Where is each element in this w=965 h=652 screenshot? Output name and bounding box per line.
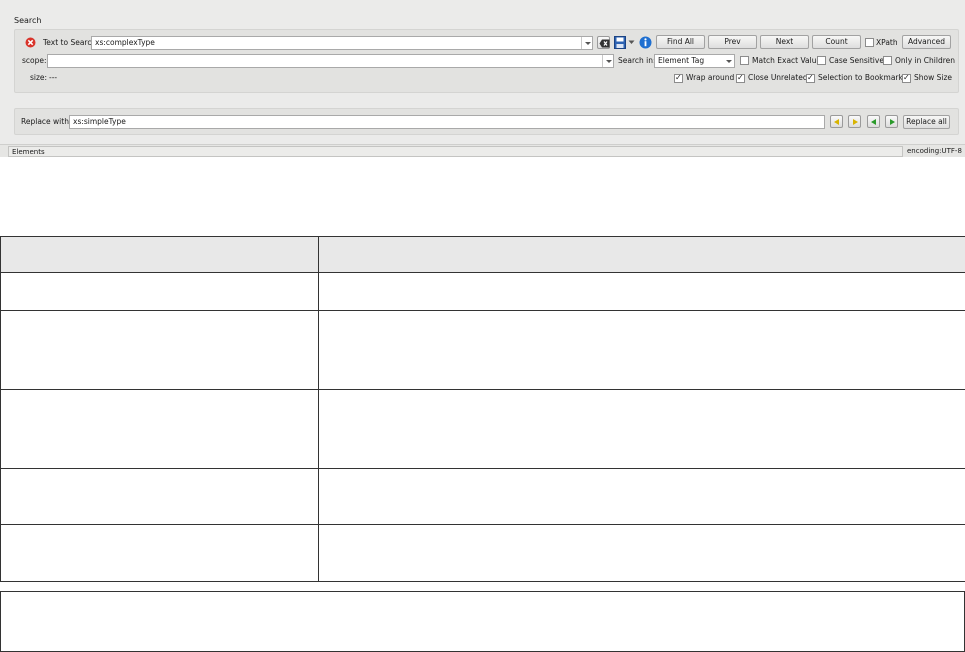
encoding-label: encoding:UTF-8: [907, 147, 962, 155]
selection-bookmarks-label: Selection to Bookmarks: [818, 73, 907, 82]
reference-table: [0, 236, 965, 582]
table-cell: [0, 310, 319, 390]
error-icon: [25, 37, 36, 48]
xpath-label: XPath: [876, 38, 898, 47]
scope-input[interactable]: [47, 54, 614, 68]
replace-with-label: Replace with:: [21, 117, 72, 126]
table-cell: [318, 524, 965, 582]
selection-bookmarks-checkbox[interactable]: [806, 73, 815, 83]
replace-forward-button[interactable]: [885, 115, 898, 128]
find-all-button[interactable]: Find All: [656, 35, 705, 49]
table-cell: [318, 310, 965, 390]
table-header-cell: [318, 236, 965, 273]
case-sensitive-label: Case Sensitive: [829, 56, 884, 65]
backspace-icon: [599, 39, 610, 48]
table-cell: [0, 272, 319, 311]
wrap-around-checkbox[interactable]: [674, 73, 683, 83]
close-unrelated-checkbox[interactable]: [736, 73, 745, 83]
next-button[interactable]: Next: [760, 35, 809, 49]
table-header-row: [0, 236, 965, 273]
arrow-left-icon: [834, 119, 839, 125]
xpath-checkbox[interactable]: [865, 38, 874, 47]
replace-input-value: xs:simpleType: [73, 117, 126, 126]
elements-tab[interactable]: Elements: [8, 146, 903, 157]
table-row: [0, 272, 965, 311]
clear-search-button[interactable]: [597, 36, 610, 49]
search-in-value: Element Tag: [658, 56, 705, 65]
table-cell: [318, 272, 965, 311]
replace-next-button[interactable]: [848, 115, 861, 128]
table-cell: [0, 389, 319, 469]
search-in-label: Search in:: [618, 56, 656, 65]
arrow-right-icon: [853, 119, 858, 125]
scope-label: scope:: [22, 56, 47, 65]
table-cell: [318, 468, 965, 525]
note-box: [0, 591, 965, 652]
replace-all-button[interactable]: Replace all: [903, 115, 950, 129]
panel-title: Search: [14, 16, 42, 25]
count-button[interactable]: Count: [812, 35, 861, 49]
match-exact-checkbox[interactable]: [740, 56, 749, 65]
arrow-right-icon: [890, 119, 895, 125]
table-cell: [0, 468, 319, 525]
prev-button[interactable]: Prev: [708, 35, 757, 49]
size-value: ---: [49, 73, 58, 82]
table-cell: [318, 389, 965, 469]
replace-prev-button[interactable]: [830, 115, 843, 128]
case-sensitive-checkbox[interactable]: [817, 56, 826, 65]
only-children-checkbox[interactable]: [883, 56, 892, 65]
search-input-value: xs:complexType: [95, 38, 155, 47]
table: [0, 236, 965, 582]
only-children-label: Only in Children: [895, 56, 955, 65]
table-row: [0, 524, 965, 582]
advanced-button[interactable]: Advanced: [902, 35, 951, 49]
replace-back-button[interactable]: [867, 115, 880, 128]
close-unrelated-label: Close Unrelated: [748, 73, 808, 82]
table-cell: [0, 524, 319, 582]
replace-input[interactable]: xs:simpleType: [69, 115, 825, 129]
save-search-button[interactable]: [613, 36, 636, 49]
table-header-cell: [0, 236, 319, 273]
show-size-label: Show Size: [914, 73, 953, 82]
search-in-select[interactable]: Element Tag: [654, 54, 735, 68]
chevron-down-icon: [628, 40, 635, 44]
size-label: size:: [30, 73, 48, 82]
info-icon[interactable]: [639, 36, 652, 49]
floppy-icon: [614, 36, 626, 49]
show-size-checkbox[interactable]: [902, 73, 911, 83]
table-row: [0, 468, 965, 525]
search-input[interactable]: xs:complexType: [91, 36, 593, 50]
table-row: [0, 310, 965, 390]
scope-dropdown-icon[interactable]: [602, 55, 613, 67]
match-exact-label: Match Exact Value: [752, 56, 822, 65]
search-in-dropdown-icon[interactable]: [723, 55, 734, 67]
text-to-search-label: Text to Search: [43, 38, 97, 47]
wrap-around-label: Wrap around: [686, 73, 735, 82]
table-row: [0, 389, 965, 469]
search-panel: Search Text to Search xs:complexType Fin…: [0, 0, 965, 157]
arrow-left-icon: [871, 119, 876, 125]
search-history-dropdown-icon[interactable]: [581, 37, 592, 49]
